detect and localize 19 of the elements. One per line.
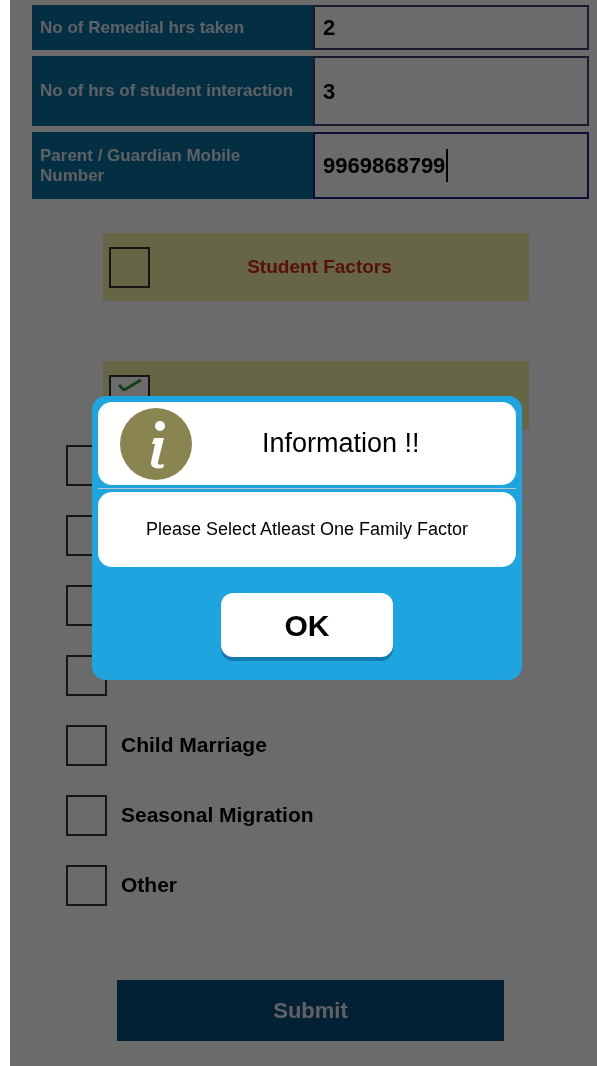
checkbox[interactable]: [66, 724, 107, 766]
submit-button[interactable]: Submit: [117, 980, 504, 1041]
input-field[interactable]: 3: [313, 56, 589, 126]
dialog-message: Please Select Atleast One Family Factor: [98, 492, 516, 567]
dialog-title: Information !!: [262, 427, 420, 461]
checkbox[interactable]: [66, 864, 107, 906]
checkbox[interactable]: [109, 246, 150, 288]
field-label: Parent / Guardian Mobile Number: [32, 132, 313, 199]
field-label: No of Remedial hrs taken: [32, 5, 313, 50]
input-field[interactable]: 9969868799: [313, 132, 589, 199]
info-icon: [120, 407, 192, 480]
input-field[interactable]: 2: [313, 5, 589, 50]
factor-title: Student Factors: [246, 254, 393, 279]
option-label: Child Marriage: [121, 732, 267, 759]
checkbox[interactable]: [66, 794, 107, 836]
check-icon: [117, 378, 142, 391]
option-label: Other: [121, 872, 177, 899]
option-label: Seasonal Migration: [121, 802, 314, 829]
field-label: No of hrs of student interaction: [32, 56, 313, 126]
